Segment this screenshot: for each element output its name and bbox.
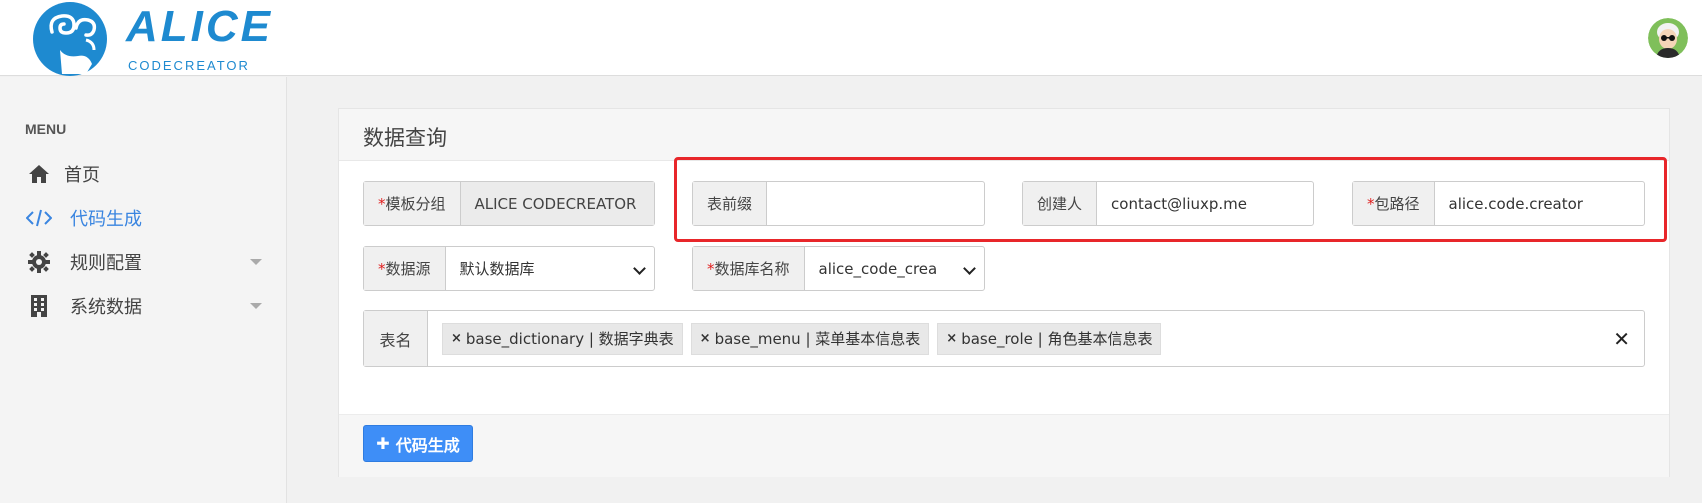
sidebar: MENU 首页 代码生成 规则配置 系统数据 <box>0 77 287 503</box>
table-tag: × base_menu | 菜单基本信息表 <box>690 322 930 355</box>
package-path-label: * 包路径 <box>1353 182 1435 225</box>
panel-header: 数据查询 <box>339 109 1669 161</box>
sidebar-item-label: 首页 <box>64 165 100 186</box>
remove-tag-icon[interactable]: × <box>451 331 462 346</box>
template-group-label: * 模板分组 <box>364 182 461 225</box>
table-tags: × base_dictionary | 数据字典表 × base_menu | 菜单… <box>428 311 1644 366</box>
table-prefix-field: 表前缀 <box>692 181 985 226</box>
alice-logo-icon <box>30 2 110 76</box>
panel-footer <box>339 414 1669 477</box>
sidebar-item-system-data[interactable]: 系统数据 <box>0 289 287 323</box>
db-name-field: * 数据库名称 alice_code_crea <box>692 246 985 291</box>
table-tag: × base_dictionary | 数据字典表 <box>442 322 683 355</box>
menu-heading: MENU <box>25 121 67 137</box>
gear-icon <box>26 249 52 275</box>
building-icon <box>26 293 52 319</box>
remove-tag-icon[interactable]: × <box>700 331 711 346</box>
generate-code-button[interactable]: ✚ 代码生成 <box>363 425 473 462</box>
top-header: ALICE CODECREATOR <box>0 0 1702 76</box>
package-path-input[interactable]: alice.code.creator <box>1435 182 1644 225</box>
datasource-field: * 数据源 默认数据库 <box>363 246 655 291</box>
user-avatar[interactable] <box>1648 18 1688 58</box>
chevron-down-icon <box>250 303 262 309</box>
table-tag: × base_role | 角色基本信息表 <box>937 322 1162 355</box>
template-group-field: * 模板分组 ALICE CODECREATOR <box>363 181 655 226</box>
chevron-down-icon <box>633 262 646 275</box>
chevron-down-icon <box>250 259 262 265</box>
brand-subtitle: CODECREATOR <box>128 58 250 73</box>
creator-field: 创建人 contact@liuxp.me <box>1022 181 1314 226</box>
sidebar-item-rules[interactable]: 规则配置 <box>0 245 287 279</box>
panel-title: 数据查询 <box>363 126 447 150</box>
brand-title: ALICE <box>126 2 273 51</box>
package-path-field: * 包路径 alice.code.creator <box>1352 181 1645 226</box>
table-name-multiselect[interactable]: 表名 × base_dictionary | 数据字典表 × base_menu |… <box>363 310 1645 367</box>
sidebar-item-home[interactable]: 首页 <box>0 157 287 191</box>
sidebar-item-label: 代码生成 <box>70 209 142 230</box>
table-name-label: 表名 <box>364 311 428 366</box>
home-icon <box>26 161 52 187</box>
sidebar-item-code-gen[interactable]: 代码生成 <box>0 201 287 235</box>
code-icon <box>26 205 52 231</box>
table-prefix-input[interactable] <box>767 182 984 225</box>
db-name-label: * 数据库名称 <box>693 247 805 290</box>
clear-all-icon[interactable]: ✕ <box>1613 327 1630 351</box>
sidebar-item-label: 规则配置 <box>70 253 142 274</box>
table-prefix-label: 表前缀 <box>693 182 768 225</box>
datasource-label: * 数据源 <box>364 247 446 290</box>
template-group-value: ALICE CODECREATOR <box>460 182 654 225</box>
db-name-select[interactable]: alice_code_crea <box>805 247 984 290</box>
chevron-down-icon <box>963 262 976 275</box>
sidebar-item-label: 系统数据 <box>70 297 142 318</box>
creator-label: 创建人 <box>1023 182 1098 225</box>
plus-icon: ✚ <box>376 434 390 453</box>
data-query-panel: 数据查询 * 模板分组 ALICE CODECREATOR 表前缀 创建人 con… <box>338 108 1670 477</box>
remove-tag-icon[interactable]: × <box>946 331 957 346</box>
datasource-select[interactable]: 默认数据库 <box>446 247 654 290</box>
creator-input[interactable]: contact@liuxp.me <box>1097 182 1313 225</box>
